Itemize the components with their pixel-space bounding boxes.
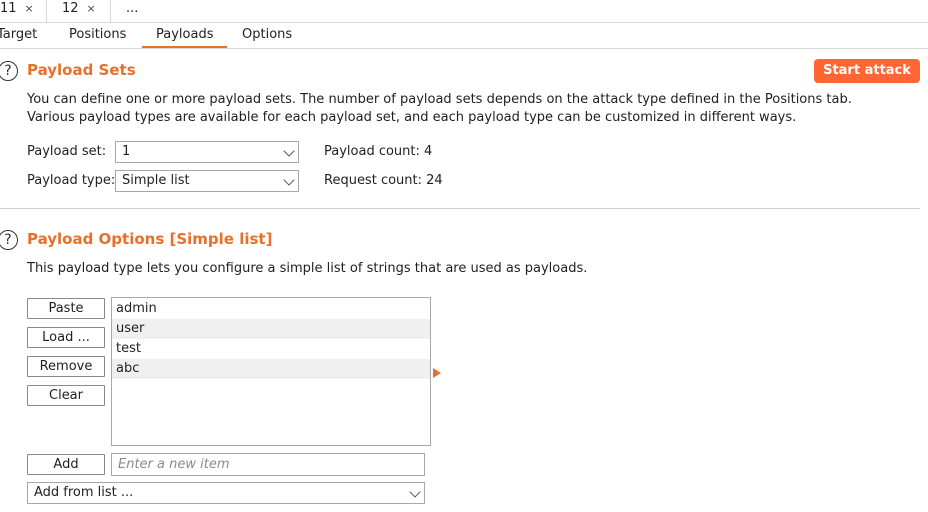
payload-set-value: 1 [122,144,131,159]
attack-tabs-border [0,22,928,23]
expand-arrow-icon[interactable] [433,368,441,378]
tab-payloads[interactable]: Payloads [156,24,213,46]
attack-tab-12[interactable]: 12 × [47,0,110,22]
tab-target[interactable]: Target [0,24,37,46]
payload-type-select[interactable]: Simple list [115,170,299,192]
list-item[interactable]: user [112,319,430,339]
new-tab-label: ... [126,1,139,16]
help-icon[interactable]: ? [0,61,18,81]
tab-positions[interactable]: Positions [69,24,126,46]
new-item-field[interactable] [112,454,424,475]
start-attack-button[interactable]: Start attack [814,59,920,83]
payload-sets-description: You can define one or more payload sets.… [27,92,852,107]
chevron-down-icon [283,174,295,186]
attack-tab-label: 12 [62,1,79,16]
payload-list[interactable]: admin user test abc [111,297,431,446]
section-title-payload-options: Payload Options [Simple list] [27,230,273,248]
payload-options-description: This payload type lets you configure a s… [27,261,588,276]
request-count: Request count: 24 [324,173,443,188]
help-icon[interactable]: ? [0,230,18,250]
attack-tab-label: 11 [0,1,17,16]
add-from-list-select[interactable]: Add from list ... [27,482,425,504]
list-item[interactable]: test [112,339,430,359]
attack-tab-11[interactable]: 11 × [0,0,34,22]
add-from-list-value: Add from list ... [34,485,134,500]
payload-count: Payload count: 4 [324,144,433,159]
chevron-down-icon [283,145,295,157]
payload-sets-description: Various payload types are available for … [27,110,797,125]
attack-tab-separator [110,0,111,22]
close-icon[interactable]: × [25,2,34,15]
paste-button[interactable]: Paste [27,298,105,319]
load-button[interactable]: Load ... [27,327,105,348]
clear-button[interactable]: Clear [27,385,105,406]
new-attack-tab[interactable]: ... [126,0,138,22]
remove-button[interactable]: Remove [27,356,105,377]
close-icon[interactable]: × [87,2,96,15]
list-item[interactable]: admin [112,299,430,319]
sub-tabs-border [0,48,928,49]
payload-set-select[interactable]: 1 [115,141,299,163]
section-divider [0,208,920,209]
payload-type-value: Simple list [122,173,190,188]
payload-type-label: Payload type: [27,173,116,188]
list-item[interactable]: abc [112,359,430,379]
add-button[interactable]: Add [27,454,105,475]
new-item-input[interactable] [111,453,425,476]
section-title-payload-sets: Payload Sets [27,61,136,79]
payload-set-label: Payload set: [27,144,107,159]
tab-options[interactable]: Options [242,24,292,46]
chevron-down-icon [409,486,421,498]
